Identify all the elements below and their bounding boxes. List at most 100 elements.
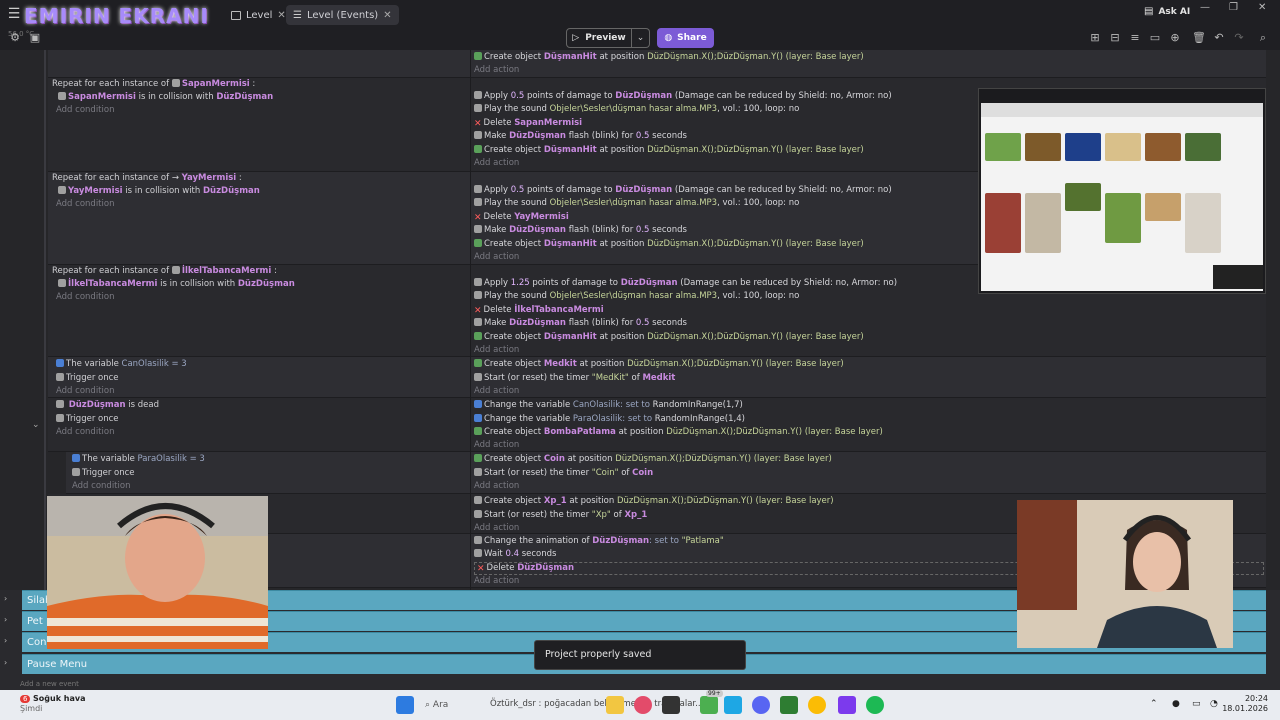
add-action-link[interactable]: Add action [474, 252, 519, 262]
action-flash[interactable]: Make DüzDüşman flash (blink) for 0.5 sec… [474, 225, 687, 235]
event-enemy-dead[interactable]: DüzDüşman is dead Trigger once Add condi… [48, 398, 1266, 452]
add-condition-link[interactable]: Add condition [56, 427, 114, 437]
add-action-link[interactable]: Add action [474, 158, 519, 168]
close-window-icon[interactable]: ✕ [1258, 2, 1266, 13]
delete-icon[interactable]: 🗑 [1192, 31, 1206, 45]
add-new-event-link[interactable]: Add a new event [20, 680, 320, 690]
add-action-link[interactable]: Add action [474, 65, 519, 75]
action-change-variable[interactable]: Change the variable CanOlasilik: set to … [474, 400, 743, 410]
action-create-object[interactable]: Create object DüşmanHit at position DüzD… [474, 52, 864, 62]
action-wait[interactable]: Wait 0.4 seconds [474, 549, 556, 559]
file-explorer-icon[interactable] [606, 696, 624, 714]
action-create-object[interactable]: Create object Coin at position DüzDüşman… [474, 454, 832, 464]
add-other-icon[interactable]: ⊕ [1168, 31, 1182, 45]
condition-is-dead[interactable]: DüzDüşman is dead [56, 400, 159, 410]
action-change-variable[interactable]: Change the variable ParaOlasilik: set to… [474, 414, 745, 424]
condition-trigger-once[interactable]: Trigger once [72, 468, 135, 478]
maximize-icon[interactable]: ❐ [1229, 2, 1238, 13]
network-icon[interactable]: ◔ [1210, 699, 1218, 709]
action-apply-damage[interactable]: Apply 0.5 points of damage to DüzDüşman … [474, 185, 892, 195]
condition-collision[interactable]: İlkelTabancaMermi is in collision with D… [58, 279, 295, 289]
action-apply-damage[interactable]: Apply 1.25 points of damage to DüzDüşman… [474, 278, 897, 288]
ask-ai-button[interactable]: ▤ Ask AI [1144, 6, 1190, 17]
tray-chevron-icon[interactable]: ⌃ [1150, 699, 1158, 709]
action-create-object[interactable]: Create object Medkit at position DüzDüşm… [474, 359, 844, 369]
action-flash[interactable]: Make DüzDüşman flash (blink) for 0.5 sec… [474, 131, 687, 141]
windows-start-icon[interactable] [396, 696, 414, 714]
subevent-coin[interactable]: The variable ParaOlasilik = 3 Trigger on… [66, 452, 1266, 494]
action-play-sound[interactable]: Play the sound Objeler\Sesler\düşman has… [474, 291, 799, 301]
action-create-object[interactable]: Create object Xp_1 at position DüzDüşman… [474, 496, 834, 506]
close-icon[interactable]: ✕ [383, 10, 391, 21]
app-icon[interactable] [634, 696, 652, 714]
close-icon[interactable]: ✕ [277, 10, 285, 21]
clock[interactable]: 20:24 18.01.2026 [1222, 694, 1268, 714]
app-icon[interactable] [724, 696, 742, 714]
redo-icon[interactable]: ↷ [1232, 31, 1246, 45]
collapse-arrow-icon[interactable]: ⌄ [32, 420, 40, 430]
chrome-icon[interactable] [808, 696, 826, 714]
event-medkit[interactable]: The variable CanOlasilik = 3 Trigger onc… [48, 357, 1266, 398]
preview-options-button[interactable]: ⌄ [632, 28, 650, 48]
action-change-animation[interactable]: Change the animation of DüzDüşman: set t… [474, 536, 724, 546]
action-start-timer[interactable]: Start (or reset) the timer "MedKit" of M… [474, 373, 675, 383]
weather-widget[interactable]: 6 Soğuk hava Şimdi [20, 694, 86, 714]
action-flash[interactable]: Make DüzDüşman flash (blink) for 0.5 sec… [474, 318, 687, 328]
condition-collision[interactable]: YayMermisi is in collision with DüzDüşma… [58, 186, 260, 196]
spotify-icon[interactable] [866, 696, 884, 714]
condition-variable[interactable]: The variable ParaOlasilik = 3 [72, 454, 205, 464]
action-play-sound[interactable]: Play the sound Objeler\Sesler\düşman has… [474, 198, 799, 208]
add-condition-link[interactable]: Add condition [56, 386, 114, 396]
undo-icon[interactable]: ↶ [1212, 31, 1226, 45]
settings-icon[interactable]: ⚙ [8, 31, 22, 45]
expand-icon[interactable]: › [4, 615, 7, 624]
condition-variable[interactable]: The variable CanOlasilik = 3 [56, 359, 187, 369]
expand-icon[interactable]: › [4, 658, 7, 667]
action-create-object[interactable]: Create object DüşmanHit at position DüzD… [474, 145, 864, 155]
share-button[interactable]: ◍ Share [657, 28, 714, 48]
condition-trigger-once[interactable]: Trigger once [56, 373, 119, 383]
add-event-icon[interactable]: ⊞ [1088, 31, 1102, 45]
action-delete[interactable]: ✕ Delete İlkelTabancaMermi [474, 305, 604, 316]
app-icon[interactable] [662, 696, 680, 714]
add-group-icon[interactable]: ≡ [1128, 31, 1142, 45]
tab-level[interactable]: Level ✕ [224, 5, 293, 25]
action-create-object[interactable]: Create object DüşmanHit at position DüzD… [474, 332, 864, 342]
add-action-link[interactable]: Add action [474, 576, 519, 586]
condition-trigger-once[interactable]: Trigger once [56, 414, 119, 424]
action-delete[interactable]: ✕ Delete YayMermisi [474, 212, 569, 223]
comment-icon[interactable]: ▭ [1148, 31, 1162, 45]
add-action-link[interactable]: Add action [474, 386, 519, 396]
event-row[interactable]: Create object DüşmanHit at position DüzD… [48, 50, 1266, 78]
add-condition-link[interactable]: Add condition [56, 292, 114, 302]
expand-icon[interactable]: › [4, 594, 7, 603]
add-action-link[interactable]: Add action [474, 481, 519, 491]
add-condition-link[interactable]: Add condition [56, 105, 114, 115]
tab-level-events[interactable]: ☰ Level (Events) ✕ [286, 5, 399, 25]
add-subevent-icon[interactable]: ⊟ [1108, 31, 1122, 45]
battery-icon[interactable]: ▭ [1192, 699, 1201, 709]
action-play-sound[interactable]: Play the sound Objeler\Sesler\düşman has… [474, 104, 799, 114]
gdevelop-icon[interactable] [838, 696, 856, 714]
action-create-object[interactable]: Create object BombaPatlama at position D… [474, 427, 883, 437]
add-condition-link[interactable]: Add condition [56, 199, 114, 209]
add-action-link[interactable]: Add action [474, 440, 519, 450]
discord-icon[interactable] [752, 696, 770, 714]
preview-button[interactable]: ▷ Preview [566, 28, 632, 48]
action-apply-damage[interactable]: Apply 0.5 points of damage to DüzDüşman … [474, 91, 892, 101]
condition-collision[interactable]: SapanMermisi is in collision with DüzDüş… [58, 92, 273, 102]
add-condition-link[interactable]: Add condition [72, 481, 130, 491]
mic-icon[interactable]: ● [1172, 699, 1180, 709]
app-icon[interactable]: 99+ [700, 690, 723, 714]
action-start-timer[interactable]: Start (or reset) the timer "Xp" of Xp_1 [474, 510, 647, 520]
taskbar-search[interactable]: ⌕ Ara [425, 696, 495, 714]
action-create-object[interactable]: Create object DüşmanHit at position DüzD… [474, 239, 864, 249]
add-action-link[interactable]: Add action [474, 345, 519, 355]
action-start-timer[interactable]: Start (or reset) the timer "Coin" of Coi… [474, 468, 653, 478]
action-delete[interactable]: ✕ Delete SapanMermisi [474, 118, 582, 129]
expand-icon[interactable]: › [4, 636, 7, 645]
app-icon[interactable] [780, 696, 798, 714]
export-icon[interactable]: ▣ [28, 31, 42, 45]
minimize-icon[interactable]: — [1200, 2, 1210, 13]
add-action-link[interactable]: Add action [474, 523, 519, 533]
